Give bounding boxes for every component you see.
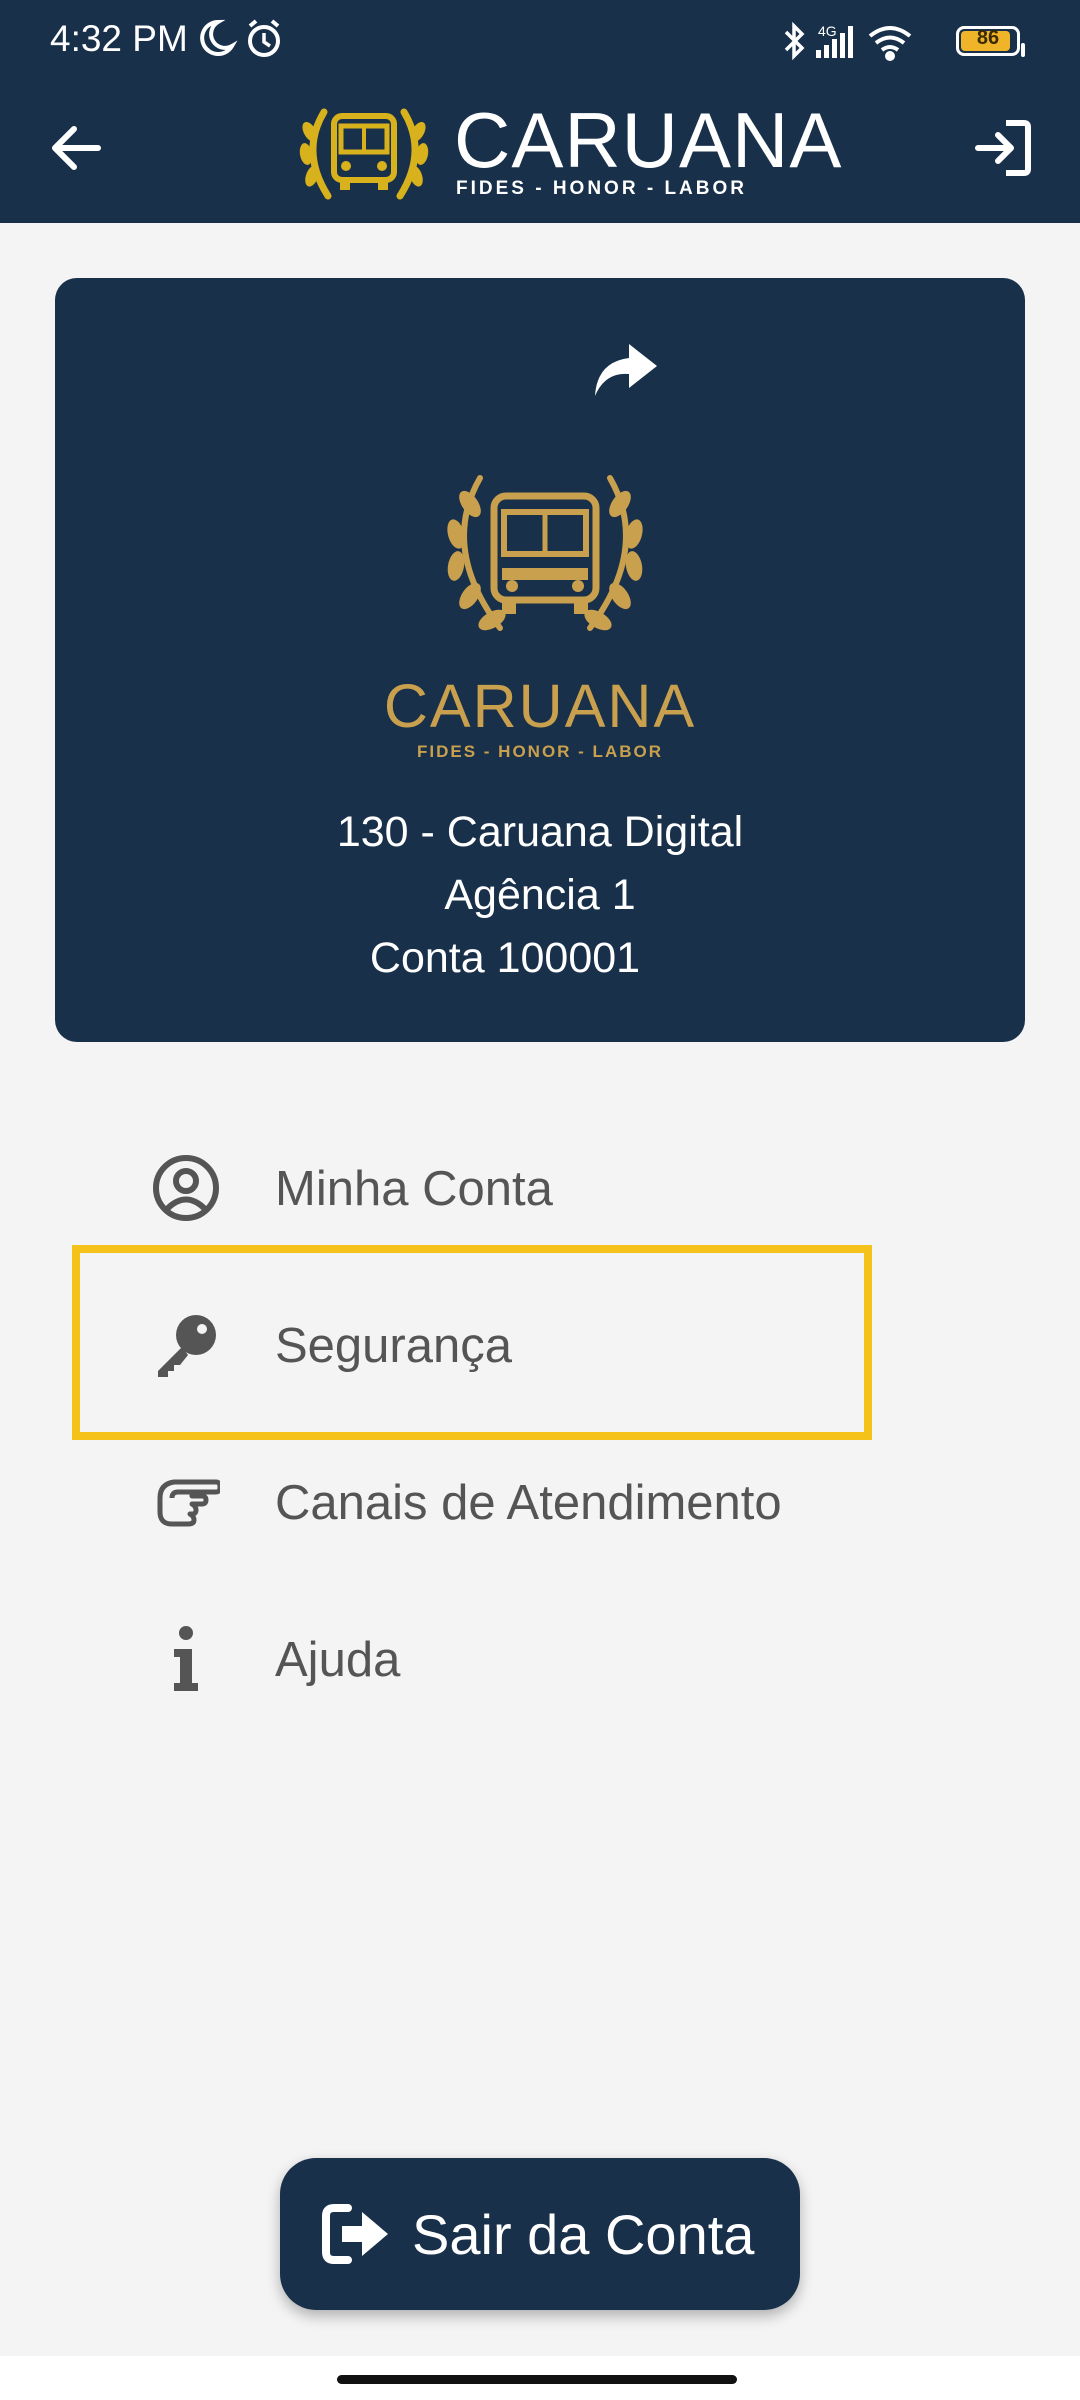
battery-level: 86 [976, 27, 1000, 49]
menu-item-minha-conta[interactable]: Minha Conta [72, 1113, 872, 1263]
battery-icon: 86 [956, 26, 1025, 57]
logout-button-label: Sair da Conta [412, 2203, 755, 2266]
user-circle-icon [153, 1155, 219, 1221]
bank-name: 130 - Caruana Digital [336, 808, 744, 856]
wifi-icon [868, 26, 912, 61]
agency-number: Agência 1 [444, 871, 636, 919]
home-indicator[interactable] [337, 2375, 737, 2384]
card-brand-name: CARUANA [383, 672, 697, 740]
sign-out-icon [322, 2204, 388, 2264]
logout-button[interactable]: Sair da Conta [280, 2158, 800, 2310]
back-button[interactable] [44, 115, 110, 181]
app-brand-motto: FIDES - HONOR - LABOR [456, 178, 747, 199]
status-right-icons: 4G 86 [780, 20, 1025, 64]
arrow-left-icon [52, 126, 101, 170]
hand-point-icon [157, 1479, 220, 1527]
exit-icon [975, 120, 1031, 176]
moon-icon [200, 19, 238, 56]
share-arrow-icon [595, 344, 657, 396]
status-left-icons [196, 18, 296, 67]
card-logo [430, 468, 660, 638]
app-bar: CARUANA FIDES - HONOR - LABOR [0, 80, 1080, 223]
alarm-icon [248, 19, 280, 57]
account-number: Conta 100001 [369, 934, 641, 982]
bus-wreath-logo-icon [447, 475, 643, 631]
menu-item-ajuda[interactable]: Ajuda [72, 1584, 872, 1734]
info-icon [174, 1626, 198, 1691]
menu-item-label: Canais de Atendimento [275, 1476, 782, 1530]
network-label: 4G [818, 23, 837, 39]
menu-item-label: Minha Conta [275, 1162, 553, 1216]
bus-wreath-logo-icon [299, 108, 429, 200]
logout-top-button[interactable] [970, 115, 1036, 181]
menu-item-canais-de-atendimento[interactable]: Canais de Atendimento [72, 1427, 872, 1577]
status-time: 4:32 PM [50, 18, 188, 59]
account-card: CARUANA FIDES - HONOR - LABOR 130 - Caru… [55, 278, 1025, 1042]
menu-item-label: Ajuda [275, 1633, 401, 1687]
bluetooth-icon [784, 21, 805, 61]
app-logo: CARUANA FIDES - HONOR - LABOR [294, 92, 841, 212]
share-button[interactable] [589, 338, 661, 402]
card-brand-motto: FIDES - HONOR - LABOR [417, 742, 663, 761]
app-brand-name: CARUANA [454, 96, 843, 184]
selection-highlight [72, 1245, 872, 1440]
status-bar: 4:32 PM 4G 86 [0, 0, 1080, 80]
